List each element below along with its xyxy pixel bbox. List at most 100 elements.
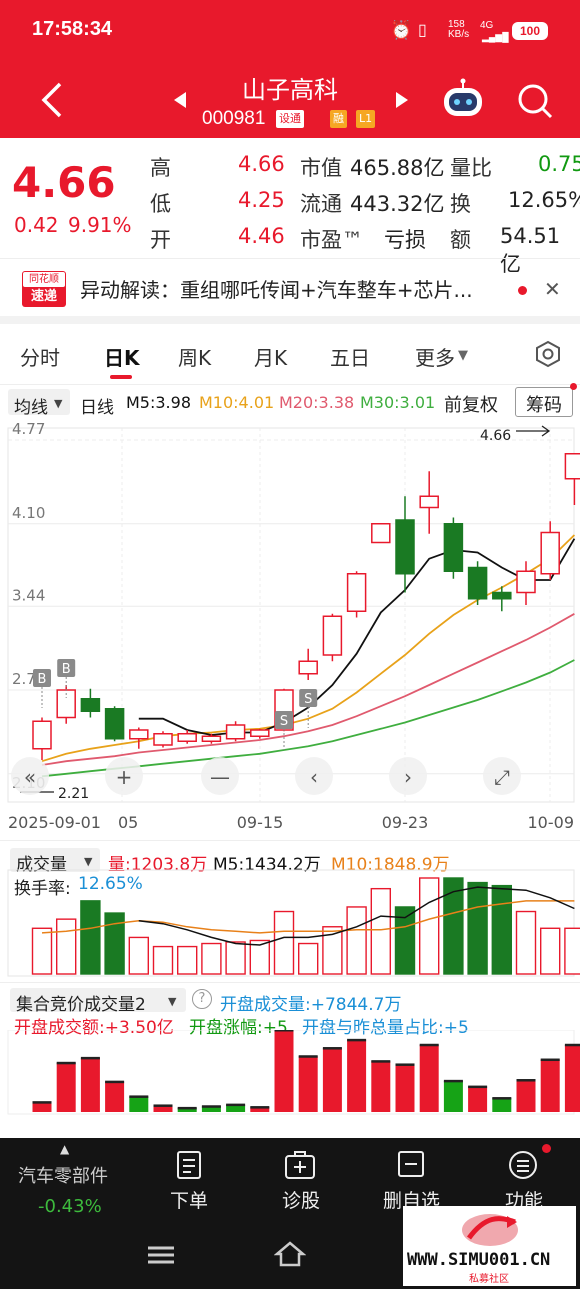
y-tick-label: 3.44 (12, 586, 45, 604)
auction-bar (371, 1061, 391, 1112)
function-menu-icon[interactable] (508, 1150, 538, 1180)
open-label: 开 (150, 228, 171, 252)
volume-bar (152, 945, 174, 975)
next-icon-glyph: › (404, 765, 412, 789)
price-change-pct: 9.91% (68, 213, 132, 237)
help-icon[interactable]: ? (192, 989, 212, 1009)
adjust-mode[interactable]: 前复权 (444, 391, 498, 417)
auction-bar (129, 1096, 149, 1112)
auction-chart (7, 1030, 580, 1115)
volume-bar (346, 906, 367, 975)
auction-bar (347, 1039, 367, 1112)
kline-chart[interactable]: 4.774.103.442.772.104.662.21BBSS«+—‹›⤢20… (0, 420, 580, 840)
function-dot (542, 1144, 551, 1153)
vibrate-icon: ▯ (418, 22, 427, 39)
nav-menu-icon[interactable] (146, 1244, 176, 1266)
float-cap-value: 443.32亿 (350, 192, 445, 216)
close-icon[interactable]: ✕ (544, 277, 561, 301)
candle-09-10 (201, 735, 222, 742)
auction-select[interactable]: 集合竞价成交量2 (16, 990, 146, 1015)
auction-dropdown-icon[interactable]: ▼ (168, 995, 176, 1008)
auction-bar-cap (322, 1047, 342, 1050)
remove-watchlist-icon[interactable] (397, 1150, 425, 1178)
diagnose-icon[interactable] (284, 1150, 316, 1180)
auction-bar-cap (105, 1080, 125, 1084)
auction-bar-cap (56, 1061, 76, 1065)
tag-shetong: 设通 (276, 110, 304, 128)
robot-assistant-icon[interactable] (440, 78, 486, 122)
volume-bar (419, 877, 440, 975)
unread-dot (518, 286, 527, 295)
auction-bar (492, 1098, 512, 1112)
auction-bar (274, 1030, 294, 1112)
candle-10-09 (564, 453, 580, 480)
ma-type-select[interactable]: 均线 (14, 393, 48, 418)
candle-09-30 (540, 531, 560, 575)
auction-bar-cap (347, 1038, 367, 1042)
buy-signal-label: B (38, 672, 47, 687)
order-doc-icon[interactable] (176, 1150, 202, 1180)
watermark-logo: WWW.SIMU001.CN 私募社区 (403, 1206, 576, 1286)
chart-frame (7, 427, 575, 803)
search-icon[interactable] (516, 82, 554, 120)
auction-bar-cap (540, 1058, 560, 1062)
float-cap-label: 流通 (300, 192, 342, 216)
price-change: 0.42 (14, 213, 59, 237)
volume-bar (273, 910, 295, 975)
volume-chart[interactable] (0, 860, 580, 980)
diagnose-button[interactable]: 诊股 (282, 1186, 320, 1213)
watermark-sub: 私募社区 (469, 1274, 509, 1285)
prev-icon-glyph: ‹ (310, 765, 318, 789)
volume-bar (176, 945, 198, 975)
fullscreen-icon-glyph: ⤢ (494, 765, 510, 789)
x-tick-label: 05 (118, 813, 138, 832)
stock-code: 000981 (202, 108, 266, 129)
tab-five-day[interactable]: 五日 (330, 342, 370, 371)
chips-button[interactable]: 筹码 (526, 391, 562, 417)
tab-intraday[interactable]: 分时 (20, 342, 60, 371)
m5-line (138, 538, 576, 736)
open-value: 4.46 (238, 224, 285, 248)
open-volume: 开盘成交量:+7844.7万 (220, 995, 402, 1015)
low-price-annotation: 2.21 (58, 786, 89, 802)
chips-dot (570, 383, 577, 390)
expand-up-icon[interactable]: ▲ (60, 1142, 69, 1156)
auction-bar-cap (564, 1043, 580, 1047)
ma-dropdown-icon[interactable]: ▼ (54, 397, 62, 410)
tab-daily-k[interactable]: 日K (104, 342, 140, 371)
auction-bar (516, 1080, 536, 1112)
tab-more[interactable]: 更多 (415, 342, 455, 371)
tab-monthly-k[interactable]: 月K (254, 342, 287, 371)
more-dropdown-icon[interactable]: ▼ (458, 348, 468, 363)
volume-bar (201, 942, 222, 975)
auction-bar-cap (177, 1106, 197, 1110)
market-cap-label: 市值 (300, 156, 342, 180)
divider (0, 384, 580, 385)
settings-hexagon-icon[interactable] (534, 340, 562, 368)
candle-09-24 (443, 523, 464, 572)
auction-bar (443, 1080, 463, 1112)
news-bar[interactable]: 同花顺 速递 异动解读：重组哪吒传闻+汽车整车+芯片... ✕ (0, 258, 580, 324)
sell-signal-label: S (304, 692, 312, 707)
candle-09-08 (153, 733, 173, 746)
status-time: 17:58:34 (32, 18, 113, 40)
volume-ratio-label: 量比 (450, 156, 492, 180)
candle-09-25 (467, 566, 488, 600)
next-stock-icon[interactable] (394, 90, 410, 110)
ma20-legend: M20:3.38 (279, 393, 355, 412)
auction-bar (419, 1044, 439, 1112)
auction-bar (80, 1057, 100, 1112)
buy-signal-label: S (280, 714, 288, 729)
low-label: 低 (150, 192, 171, 216)
auction-bar-cap (129, 1095, 149, 1098)
sector-name[interactable]: 汽车零部件 (18, 1162, 108, 1188)
x-tick-label: 09-15 (237, 813, 284, 832)
candle-09-26 (492, 591, 512, 600)
y-tick-label: 4.10 (12, 504, 45, 522)
order-button[interactable]: 下单 (170, 1186, 208, 1213)
watermark-site: WWW.SIMU001.CN (407, 1250, 551, 1270)
last-price: 4.66 (12, 158, 116, 207)
tab-weekly-k[interactable]: 周K (178, 342, 211, 371)
nav-home-icon[interactable] (274, 1240, 306, 1268)
network-type: 4G (480, 20, 494, 31)
